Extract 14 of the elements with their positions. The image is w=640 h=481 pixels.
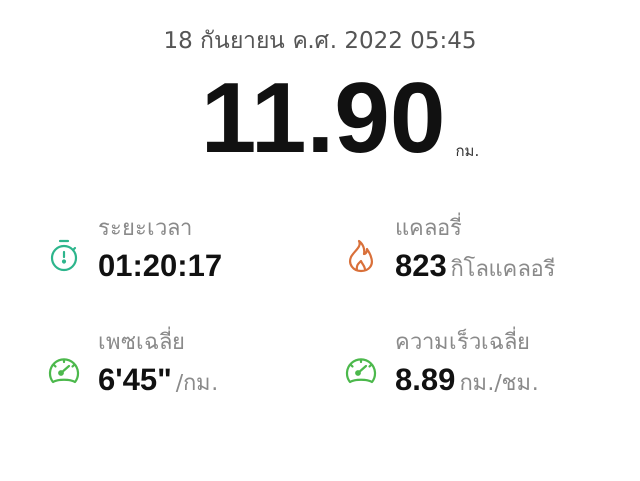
workout-date: 18 กันยายน ค.ศ. 2022 05:45 (164, 27, 476, 56)
distance-unit: กม. (455, 140, 480, 162)
stat-value: 8.89 (395, 361, 456, 399)
stat-label: ระยะเวลา (98, 215, 193, 243)
distance-value: 11.90 (200, 70, 446, 166)
stat-label: แคลอรี่ (395, 212, 556, 246)
stat-value: 01:20:17 (98, 247, 222, 285)
stat-unit: /กม. (176, 370, 218, 398)
stat-label: ความเร็วเฉลี่ย (395, 326, 539, 360)
stat-value: 6'45" (98, 361, 172, 399)
stat-unit: กม./ชม. (459, 370, 539, 398)
stat-unit: กิโลแคลอรี (450, 255, 556, 284)
stat-value: 823 (395, 247, 447, 285)
stat-label: เพซเฉลี่ย (98, 326, 218, 360)
